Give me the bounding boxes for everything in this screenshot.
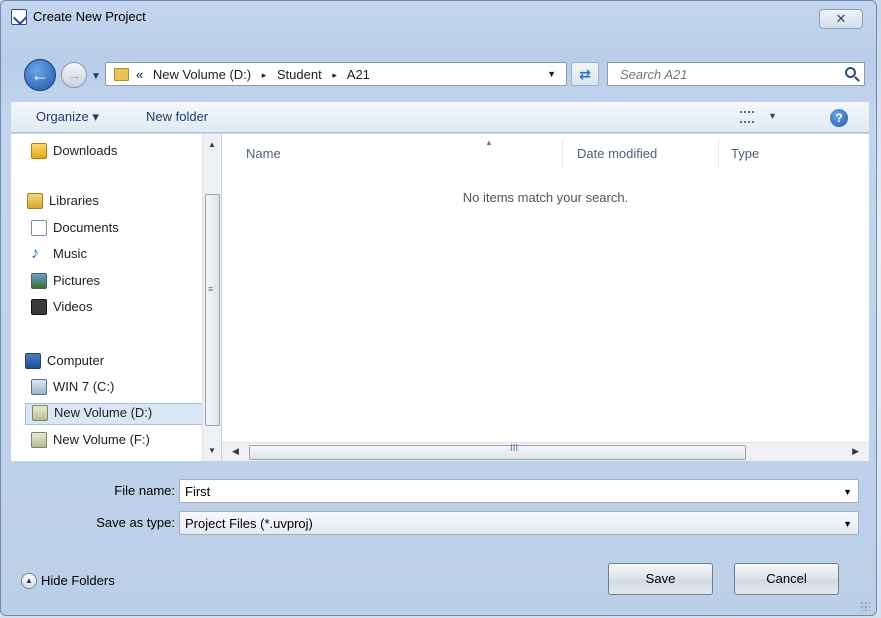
empty-message: No items match your search. <box>462 190 629 205</box>
sidebar-item-new-volume-d[interactable]: New Volume (D:) <box>25 403 221 425</box>
breadcrumb: « New Volume (D:) ▸ Student ▸ A21 <box>136 67 370 82</box>
resize-grip[interactable] <box>860 601 870 611</box>
breadcrumb-item[interactable]: Student <box>277 67 322 82</box>
file-name-value: First <box>185 484 211 499</box>
close-button[interactable]: ✕ <box>819 9 863 29</box>
sidebar-item-label: Music <box>53 246 87 262</box>
cancel-button[interactable]: Cancel <box>734 563 839 595</box>
sidebar-item-label: New Volume (F:) <box>53 432 150 448</box>
scroll-up-icon[interactable]: ▲ <box>208 140 216 149</box>
libraries-icon <box>27 192 43 209</box>
sidebar-item-computer[interactable]: Computer <box>25 352 104 374</box>
sidebar-item-label: Computer <box>47 353 105 369</box>
drive-icon <box>31 431 47 448</box>
app-icon <box>11 9 27 25</box>
sidebar-item-label: Downloads <box>53 143 118 159</box>
column-divider[interactable] <box>718 140 719 168</box>
refresh-button[interactable]: ⇄ <box>571 62 599 86</box>
breadcrumb-item[interactable]: A21 <box>347 67 370 82</box>
sidebar-scrollbar[interactable]: ▲ ≡ ▼ <box>202 134 221 461</box>
sidebar-item-label: WIN 7 (C:) <box>53 379 115 395</box>
save-type-value: Project Files (*.uvproj) <box>185 516 313 531</box>
search-input[interactable] <box>612 65 832 83</box>
sidebar-item-win7-c[interactable]: WIN 7 (C:) <box>31 378 114 400</box>
breadcrumb-separator-icon[interactable]: ▸ <box>332 70 337 80</box>
sidebar-item-label: New Volume (D:) <box>54 405 153 421</box>
command-bar: Organize ▾ New folder ▾ ? <box>11 101 869 133</box>
view-options-icon[interactable] <box>740 111 754 123</box>
sidebar-item-music[interactable]: Music <box>31 245 87 267</box>
sidebar-item-label: Libraries <box>49 193 99 209</box>
videos-icon <box>31 298 47 315</box>
hide-folders-button[interactable]: Hide Folders <box>41 573 115 588</box>
scrollbar-thumb[interactable] <box>205 194 220 426</box>
pictures-icon <box>31 272 47 289</box>
chevron-down-icon[interactable]: ▼ <box>843 487 852 497</box>
sidebar-item-downloads[interactable]: Downloads <box>31 142 117 164</box>
file-name-field[interactable]: First ▼ <box>179 479 859 503</box>
help-icon[interactable]: ? <box>830 109 848 127</box>
downloads-icon <box>31 142 47 159</box>
scroll-right-icon[interactable]: ▶ <box>852 446 859 457</box>
save-button[interactable]: Save <box>608 563 713 595</box>
sidebar-item-libraries[interactable]: Libraries <box>27 192 99 214</box>
breadcrumb-separator-icon[interactable]: ▸ <box>262 70 267 80</box>
file-name-label: File name: <box>114 483 175 498</box>
documents-icon <box>31 219 47 236</box>
scrollbar-thumb[interactable] <box>249 445 746 460</box>
column-header-date-modified[interactable]: Date modified <box>577 146 657 161</box>
address-bar[interactable]: « New Volume (D:) ▸ Student ▸ A21 ▼ <box>105 62 567 86</box>
file-list: ▲ Name Date modified Type No items match… <box>222 134 869 461</box>
sidebar-item-pictures[interactable]: Pictures <box>31 272 100 294</box>
music-icon <box>31 246 47 262</box>
window-title: Create New Project <box>33 9 146 24</box>
grip-icon: ≡ <box>208 284 214 294</box>
save-type-select[interactable]: Project Files (*.uvproj) ▼ <box>179 511 859 535</box>
sort-ascending-icon: ▲ <box>485 138 493 147</box>
title-bar: Create New Project ✕ <box>1 1 876 31</box>
back-button[interactable]: ← <box>24 59 56 91</box>
search-box <box>607 62 865 86</box>
breadcrumb-overflow[interactable]: « <box>136 67 143 82</box>
organize-button[interactable]: Organize ▾ <box>36 109 99 125</box>
grip-icon: III <box>510 443 519 454</box>
sidebar-item-videos[interactable]: Videos <box>31 298 93 320</box>
sidebar-item-new-volume-f[interactable]: New Volume (F:) <box>31 431 150 453</box>
column-header-type[interactable]: Type <box>731 146 759 161</box>
scroll-down-icon[interactable]: ▼ <box>208 446 216 455</box>
sidebar-item-label: Videos <box>53 299 93 315</box>
view-dropdown-icon[interactable]: ▾ <box>770 111 775 122</box>
recent-pages-dropdown[interactable]: ▼ <box>91 71 101 82</box>
drive-icon <box>32 404 48 421</box>
navigation-pane: Downloads Libraries Documents Music Pict… <box>11 134 221 461</box>
save-type-label: Save as type: <box>96 515 175 530</box>
new-folder-button[interactable]: New folder <box>146 109 208 124</box>
address-dropdown-icon[interactable]: ▼ <box>547 69 556 79</box>
column-divider[interactable] <box>562 140 563 168</box>
horizontal-scrollbar[interactable]: ◀ III ▶ <box>222 442 869 461</box>
forward-button[interactable]: → <box>61 62 87 88</box>
sidebar-item-documents[interactable]: Documents <box>31 219 119 241</box>
scroll-left-icon[interactable]: ◀ <box>232 446 239 457</box>
computer-icon <box>25 352 41 369</box>
folder-icon <box>114 68 129 81</box>
hide-folders-icon[interactable]: ▲ <box>21 573 37 589</box>
save-dialog: Create New Project ✕ ← → ▼ « New Volume … <box>0 0 877 616</box>
chevron-down-icon[interactable]: ▼ <box>843 519 852 529</box>
sidebar-item-label: Documents <box>53 220 119 236</box>
column-header-name[interactable]: Name <box>246 146 281 161</box>
drive-icon <box>31 378 47 395</box>
breadcrumb-item[interactable]: New Volume (D:) <box>153 67 251 82</box>
search-icon[interactable] <box>845 67 856 78</box>
sidebar-item-label: Pictures <box>53 273 100 289</box>
